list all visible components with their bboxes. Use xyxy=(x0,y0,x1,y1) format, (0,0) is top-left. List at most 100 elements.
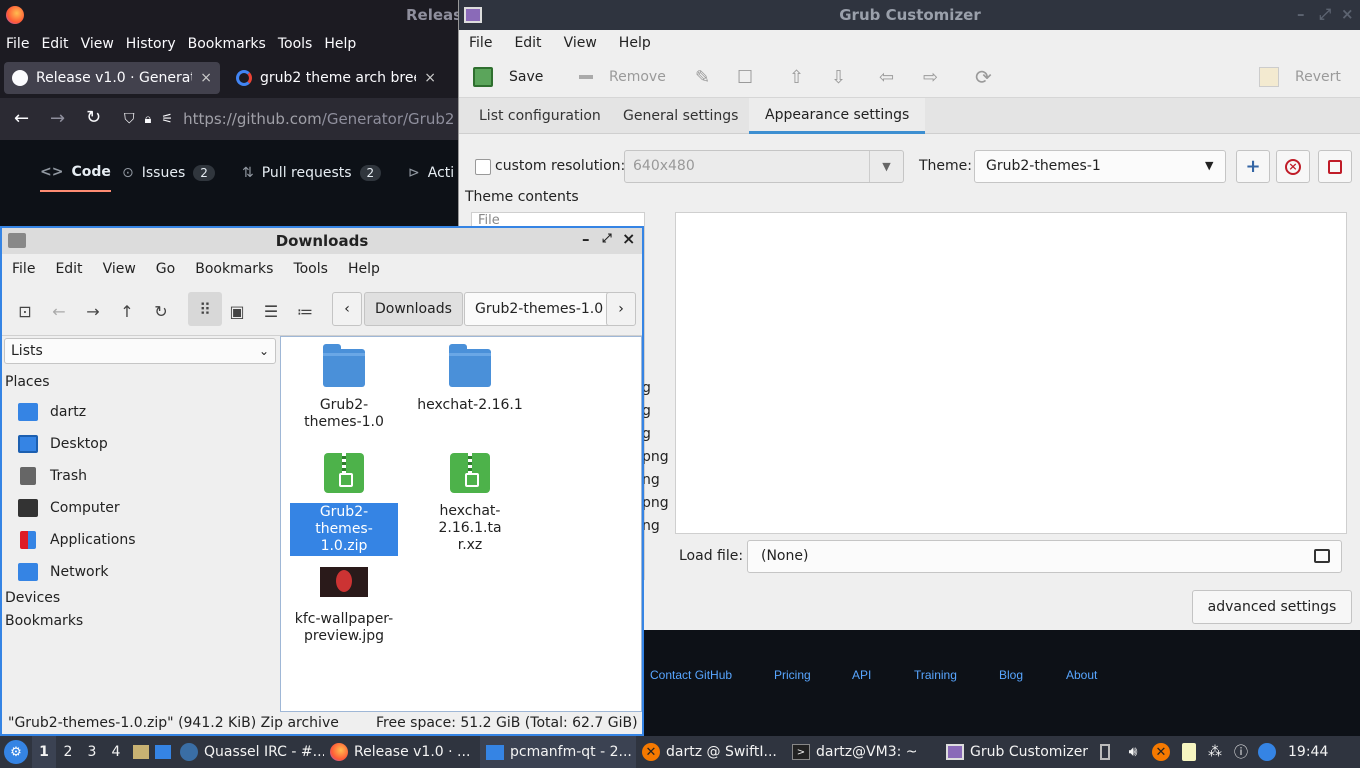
hexchat-tray-icon[interactable]: ✕ xyxy=(1150,741,1172,763)
custom-resolution-checkbox[interactable] xyxy=(475,159,491,175)
menu-help[interactable]: Help xyxy=(338,261,390,277)
maximize-icon[interactable]: ⤢ xyxy=(602,231,612,246)
tab-general-settings[interactable]: General settings xyxy=(607,98,754,134)
maximize-icon[interactable]: ⤢ xyxy=(1319,5,1331,23)
new-tab-icon[interactable]: ⊡ xyxy=(12,298,38,324)
place-trash[interactable]: Trash xyxy=(18,462,87,490)
move-left-icon[interactable]: ⇦ xyxy=(879,62,894,92)
place-applications[interactable]: Applications xyxy=(18,526,136,554)
update-icon[interactable] xyxy=(1256,741,1278,763)
save-theme-button[interactable] xyxy=(1318,150,1352,183)
file-row[interactable]: ng xyxy=(642,472,660,488)
repo-tab-actions[interactable]: ⊳ Acti xyxy=(408,154,454,192)
footer-link-training[interactable]: Training xyxy=(914,668,957,682)
place-network[interactable]: Network xyxy=(18,558,108,586)
back-icon[interactable]: ← xyxy=(46,298,72,324)
advanced-settings-button[interactable]: advanced settings xyxy=(1192,590,1352,624)
workspace-1[interactable]: 1 xyxy=(32,736,56,768)
tab-close-icon[interactable]: × xyxy=(424,70,436,86)
footer-link-blog[interactable]: Blog xyxy=(999,668,1023,682)
task-hexchat[interactable]: ✕ dartz @ SwiftI... xyxy=(636,736,786,768)
places-header[interactable]: Places xyxy=(5,374,50,390)
menu-edit[interactable]: Edit xyxy=(45,261,92,277)
menu-help[interactable]: Help xyxy=(619,35,651,51)
menu-view[interactable]: View xyxy=(564,35,597,51)
repo-tab-pull-requests[interactable]: ⇅ Pull requests 2 xyxy=(242,154,382,192)
back-icon[interactable]: ← xyxy=(14,108,29,129)
detailed-view-icon[interactable]: ≔ xyxy=(292,298,318,324)
load-file-chooser[interactable]: (None) xyxy=(747,540,1342,573)
folder-view[interactable]: Grub2- themes-1.0 hexchat-2.16.1 Grub2- … xyxy=(280,336,642,712)
footer-link-pricing[interactable]: Pricing xyxy=(774,668,811,682)
place-dartz[interactable]: dartz xyxy=(18,398,86,426)
bookmarks-header[interactable]: Bookmarks xyxy=(5,613,83,629)
refresh-icon[interactable]: ⟳ xyxy=(975,62,992,92)
tab-list-configuration[interactable]: List configuration xyxy=(463,98,617,134)
new-entry-icon[interactable]: ☐ xyxy=(737,62,753,92)
file-item-grub2-themes-zip[interactable]: Grub2- themes-1.0.zip xyxy=(290,453,398,556)
task-terminal[interactable]: > dartz@VM3: ~ xyxy=(786,736,940,768)
place-desktop[interactable]: Desktop xyxy=(18,430,108,458)
move-down-icon[interactable]: ⇩ xyxy=(831,62,846,92)
file-manager-launcher-icon[interactable] xyxy=(130,741,152,763)
lock-icon[interactable]: 🔒︎ xyxy=(145,112,152,127)
footer-link-api[interactable]: API xyxy=(852,668,871,682)
up-icon[interactable]: ↑ xyxy=(114,298,140,324)
menu-edit[interactable]: Edit xyxy=(514,35,541,51)
browser-tab-grub2-theme[interactable]: grub2 theme arch breeze × xyxy=(228,62,444,94)
menu-view[interactable]: View xyxy=(93,261,146,277)
clipboard-icon[interactable] xyxy=(1178,741,1200,763)
volume-icon[interactable]: 🔊︎ xyxy=(1122,741,1144,763)
task-grub-customizer[interactable]: Grub Customizer xyxy=(940,736,1090,768)
close-icon[interactable]: × xyxy=(1341,5,1354,23)
forward-icon[interactable]: → xyxy=(80,298,106,324)
browser-tab-release[interactable]: Release v1.0 · Generator × xyxy=(4,62,220,94)
breadcrumb-downloads[interactable]: Downloads xyxy=(364,292,463,326)
menu-file[interactable]: File xyxy=(6,36,29,52)
remove-button[interactable]: Remove xyxy=(579,62,666,92)
network-icon[interactable]: ⁂ xyxy=(1204,741,1226,763)
icon-view-icon[interactable]: ⠿ xyxy=(188,292,222,326)
theme-file-editor[interactable] xyxy=(675,212,1347,534)
menu-file[interactable]: File xyxy=(469,35,492,51)
clock[interactable]: 19:44 xyxy=(1288,744,1328,760)
close-icon[interactable]: × xyxy=(622,229,635,248)
tab-appearance-settings[interactable]: Appearance settings xyxy=(749,98,926,134)
file-item-grub2-themes-folder[interactable]: Grub2- themes-1.0 xyxy=(290,344,398,431)
forward-icon[interactable]: → xyxy=(50,108,65,129)
permissions-icon[interactable]: ⚟ xyxy=(161,112,173,127)
file-item-hexchat-folder[interactable]: hexchat-2.16.1 xyxy=(416,344,524,414)
file-row[interactable]: png xyxy=(642,495,669,511)
menu-history[interactable]: History xyxy=(126,36,176,52)
theme-combobox[interactable]: Grub2-themes-1 ▼ xyxy=(974,150,1226,183)
menu-bookmarks[interactable]: Bookmarks xyxy=(188,36,266,52)
move-right-icon[interactable]: ⇨ xyxy=(923,62,938,92)
menu-view[interactable]: View xyxy=(81,36,114,52)
menu-bookmarks[interactable]: Bookmarks xyxy=(185,261,283,277)
menu-go[interactable]: Go xyxy=(146,261,185,277)
reload-icon[interactable]: ↻ xyxy=(148,298,174,324)
workspace-2[interactable]: 2 xyxy=(56,736,80,768)
file-row[interactable]: ng xyxy=(642,518,660,534)
show-desktop-icon[interactable] xyxy=(152,741,174,763)
add-theme-button[interactable]: + xyxy=(1236,150,1270,183)
move-up-icon[interactable]: ⇧ xyxy=(789,62,804,92)
workspace-3[interactable]: 3 xyxy=(80,736,104,768)
save-button[interactable]: Save xyxy=(473,62,543,92)
minimize-icon[interactable]: – xyxy=(1297,5,1305,23)
info-icon[interactable]: ⓘ xyxy=(1230,741,1252,763)
file-row[interactable]: png xyxy=(642,449,669,465)
breadcrumb-grub2-themes[interactable]: Grub2-themes-1.0 xyxy=(464,292,615,326)
workspace-4[interactable]: 4 xyxy=(104,736,128,768)
footer-link-about[interactable]: About xyxy=(1066,668,1097,682)
tab-close-icon[interactable]: × xyxy=(200,70,212,86)
remove-theme-button[interactable]: × xyxy=(1276,150,1310,183)
menu-tools[interactable]: Tools xyxy=(278,36,313,52)
revert-button[interactable]: Revert xyxy=(1259,62,1341,92)
repo-tab-issues[interactable]: ⊙ Issues 2 xyxy=(122,154,215,192)
place-computer[interactable]: Computer xyxy=(18,494,120,522)
file-item-kfc-wallpaper[interactable]: kfc-wallpaper- preview.jpg xyxy=(290,557,398,645)
url-bar[interactable]: ⛉ 🔒︎ ⚟ https://github.com/Generator/Grub… xyxy=(118,102,460,136)
rename-icon[interactable]: ✎ xyxy=(695,62,710,92)
repo-tab-code[interactable]: <> Code xyxy=(40,154,111,192)
